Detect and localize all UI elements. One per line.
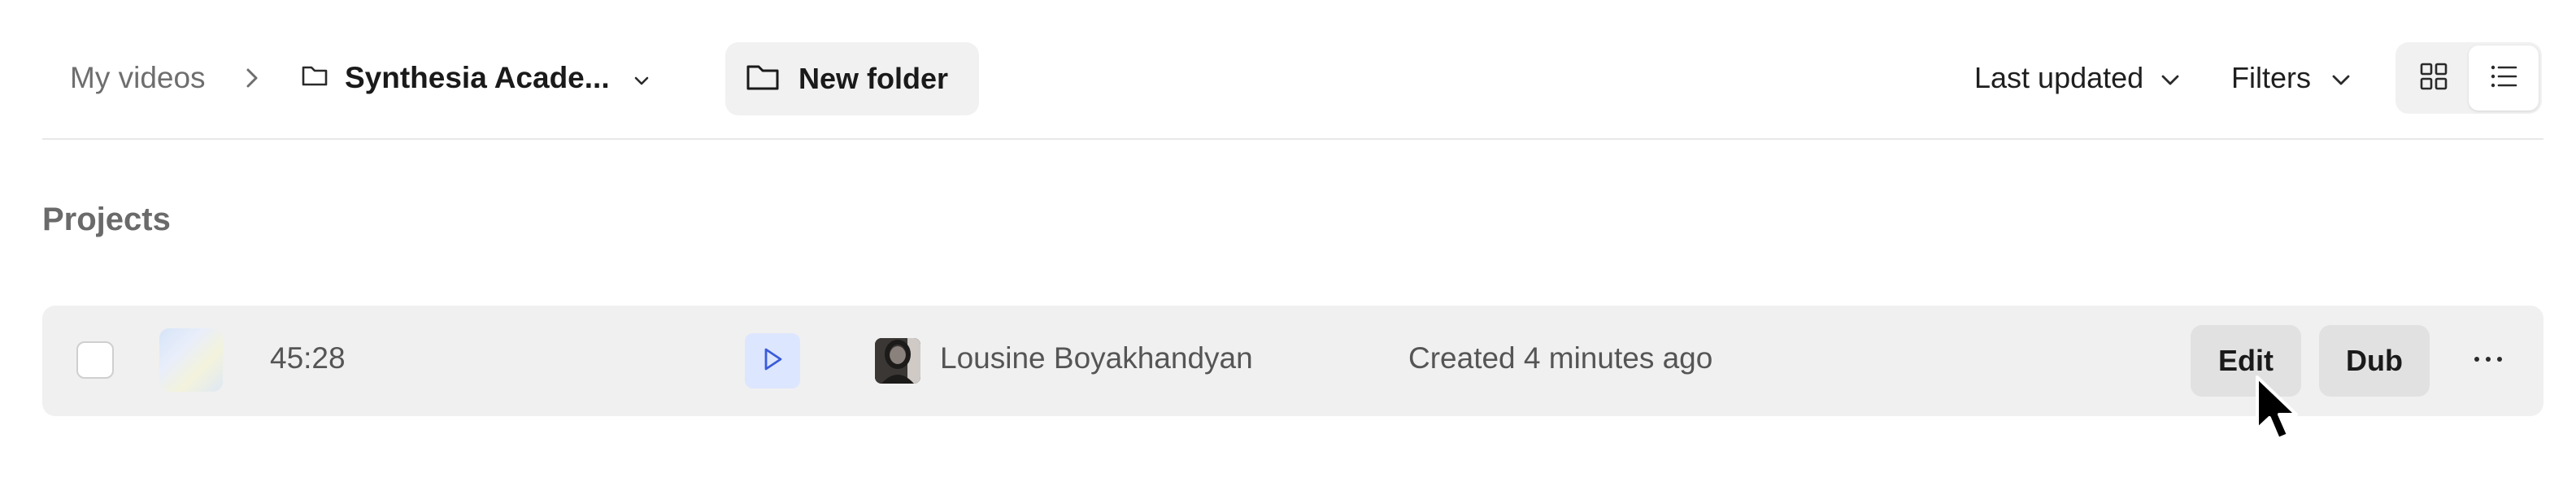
grid-view-icon <box>2418 61 2449 96</box>
filters-dropdown[interactable]: Filters <box>2231 42 2352 114</box>
avatar <box>875 338 920 384</box>
more-horizontal-icon <box>2472 354 2504 368</box>
list-view-button[interactable] <box>2469 46 2539 111</box>
breadcrumb-my-videos[interactable]: My videos <box>70 42 206 114</box>
section-title-projects: Projects <box>42 202 171 237</box>
filters-label: Filters <box>2231 61 2311 94</box>
list-view-icon <box>2488 61 2519 96</box>
top-toolbar: My videos Synthesia Acade... New folder … <box>42 0 2543 140</box>
edit-button[interactable]: Edit <box>2191 325 2301 397</box>
grid-view-button[interactable] <box>2399 46 2469 111</box>
more-options-button[interactable] <box>2454 325 2522 397</box>
owner-name: Lousine Boyakhandyan <box>940 341 1253 375</box>
sort-dropdown[interactable]: Last updated <box>1974 42 2181 114</box>
play-icon <box>759 345 786 377</box>
created-time: Created 4 minutes ago <box>1408 341 1713 375</box>
folder-icon <box>301 61 329 95</box>
breadcrumb-root-label: My videos <box>70 61 206 94</box>
dub-button[interactable]: Dub <box>2319 325 2430 397</box>
project-row[interactable]: 45:28 Lousine Boyakhandyan Created 4 min… <box>42 306 2543 416</box>
folder-icon <box>745 62 781 97</box>
breadcrumb-folder-label: Synthesia Acade... <box>345 61 610 94</box>
row-select-checkbox[interactable] <box>76 341 114 379</box>
chevron-down-icon <box>633 61 651 95</box>
play-button[interactable] <box>745 333 800 388</box>
chevron-down-icon <box>2160 61 2181 95</box>
new-folder-label: New folder <box>798 62 949 95</box>
chevron-right-icon <box>244 42 260 114</box>
chevron-down-icon <box>2330 61 2352 95</box>
video-thumbnail[interactable] <box>159 328 223 392</box>
video-duration: 45:28 <box>270 341 346 375</box>
view-mode-toggle <box>2395 42 2542 114</box>
sort-label: Last updated <box>1974 61 2144 94</box>
breadcrumb-current-folder[interactable]: Synthesia Acade... <box>301 42 651 114</box>
new-folder-button[interactable]: New folder <box>725 42 979 115</box>
